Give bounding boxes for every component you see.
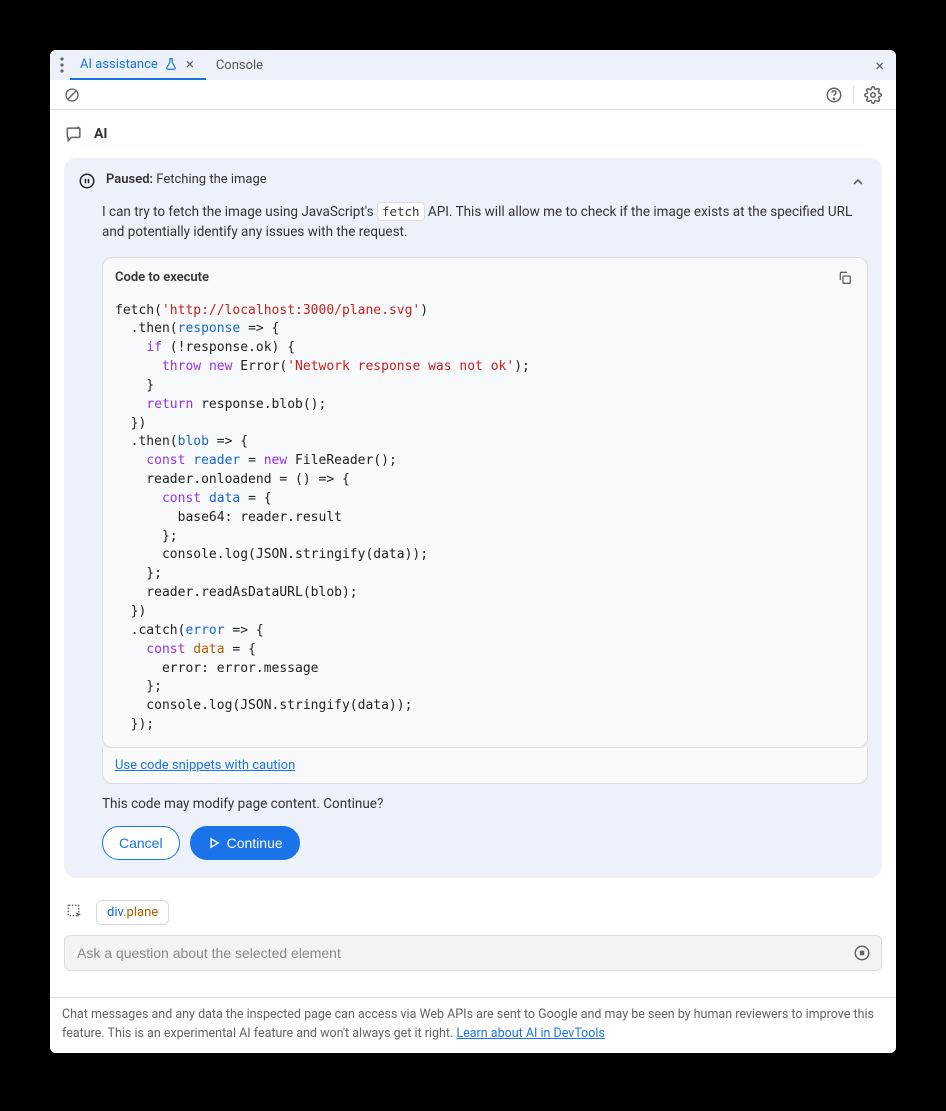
help-button[interactable] (819, 82, 849, 108)
copy-button[interactable] (835, 268, 855, 288)
card-body: I can try to fetch the image using JavaS… (64, 192, 882, 243)
play-icon (207, 836, 221, 850)
chat-spark-icon (64, 124, 84, 144)
pause-icon (78, 172, 96, 190)
prompt-input[interactable] (75, 944, 853, 962)
cancel-circle-icon (64, 87, 80, 103)
toolbar (50, 80, 896, 110)
element-picker-button[interactable] (64, 901, 86, 923)
paused-title: Fetching the image (156, 172, 266, 187)
help-circle-icon (825, 86, 843, 104)
tab-label: Console (216, 58, 263, 73)
flask-icon (164, 57, 178, 71)
collapse-toggle[interactable] (848, 172, 868, 192)
paused-prefix: Paused: (106, 172, 153, 187)
action-row: Cancel Continue (64, 812, 882, 864)
more-menu[interactable] (54, 53, 70, 77)
caution-bar: Use code snippets with caution (102, 748, 868, 784)
paused-card: Paused: Fetching the image I can try to … (64, 158, 882, 878)
body-text-a: I can try to fetch the image using JavaS… (102, 204, 377, 220)
close-tab-icon[interactable]: × (184, 55, 196, 73)
cancel-button[interactable]: Cancel (102, 826, 180, 860)
stop-button[interactable] (853, 944, 871, 962)
code-content[interactable]: fetch('http://localhost:3000/plane.svg')… (103, 298, 867, 747)
clear-button[interactable] (58, 83, 86, 107)
card-title: Paused: Fetching the image (106, 172, 838, 187)
selection-row: div.plane (64, 900, 882, 925)
tab-ai-assistance[interactable]: AI assistance × (70, 50, 206, 80)
selected-class: .plane (123, 905, 158, 920)
code-header-label: Code to execute (115, 270, 209, 285)
ai-label: AI (94, 126, 108, 142)
content-area: AI Paused: Fetching the image I can try … (50, 110, 896, 997)
continue-label: Continue (227, 835, 283, 851)
stop-circle-icon (853, 944, 871, 962)
more-vertical-icon (60, 57, 64, 73)
divider (853, 86, 854, 104)
inline-code: fetch (377, 202, 425, 221)
ai-header: AI (64, 124, 882, 144)
selected-element-pill[interactable]: div.plane (96, 900, 169, 925)
devtools-panel: AI assistance × Console × (50, 50, 896, 1053)
copy-icon (837, 270, 853, 286)
continue-button[interactable]: Continue (190, 826, 300, 860)
tab-label: AI assistance (80, 57, 158, 72)
footer: Chat messages and any data the inspected… (50, 997, 896, 1054)
confirm-text: This code may modify page content. Conti… (64, 784, 882, 812)
code-block: Code to execute fetch('http://localhost:… (102, 257, 868, 748)
caution-link[interactable]: Use code snippets with caution (115, 758, 295, 773)
cancel-label: Cancel (119, 835, 163, 851)
element-picker-icon (66, 903, 84, 921)
tab-bar: AI assistance × Console × (50, 50, 896, 80)
selected-tag: div (107, 905, 123, 920)
footer-link[interactable]: Learn about AI in DevTools (456, 1026, 605, 1041)
gear-icon (864, 86, 882, 104)
chevron-up-icon (850, 174, 866, 190)
close-panel-icon[interactable]: × (867, 52, 892, 79)
prompt-input-row (64, 935, 882, 971)
settings-button[interactable] (858, 82, 888, 108)
tab-console[interactable]: Console (206, 50, 273, 80)
